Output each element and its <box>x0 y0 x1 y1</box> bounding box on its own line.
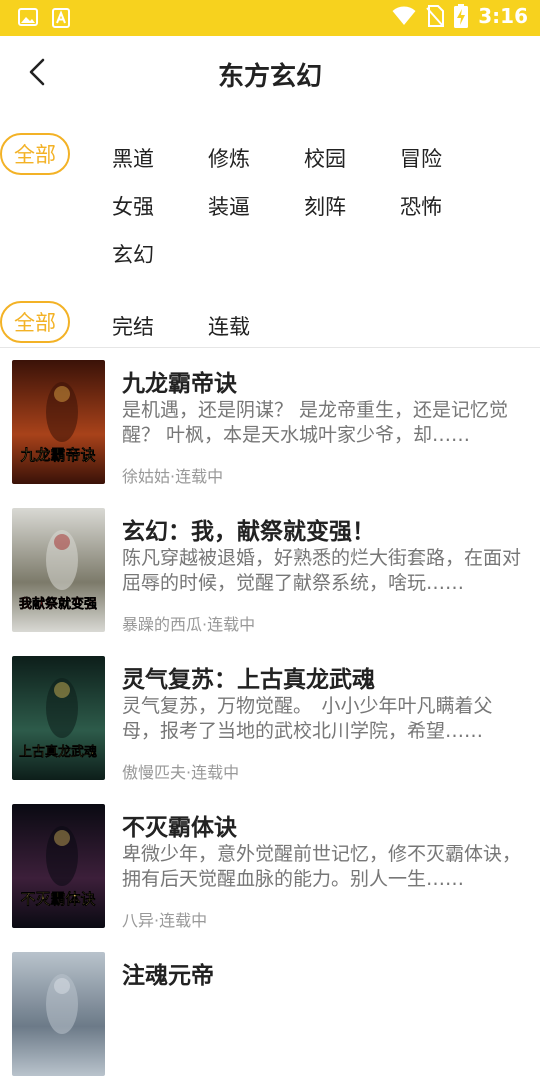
book-title: 不灭霸体诀 <box>122 815 237 841</box>
book-title: 灵气复苏：上古真龙武魂 <box>122 667 375 693</box>
category-tag[interactable]: 刻阵 <box>304 191 346 221</box>
book-description: 灵气复苏，万物觉醒。 小小少年叶凡瞒着父母，报考了当地的武校北川学院，希望…… <box>122 695 493 742</box>
status-option[interactable]: 连载 <box>208 311 250 341</box>
wifi-icon <box>392 6 416 25</box>
book-item[interactable]: 九龙霸帝诀 九龙霸帝诀 是机遇，还是阴谋？ 是龙帝重生，还是记忆觉醒？ 叶枫，本… <box>0 360 540 486</box>
book-description: 卑微少年，意外觉醒前世记忆，修不灭霸体诀，拥有后天觉醒血脉的能力。别人一生…… <box>122 843 522 890</box>
gallery-icon <box>18 8 38 26</box>
no-sim-icon <box>426 5 445 27</box>
book-item[interactable]: 不灭霸体诀 不灭霸体诀 卑微少年，意外觉醒前世记忆，修不灭霸体诀，拥有后天觉醒血… <box>0 804 540 930</box>
cover-title-text: 我献祭就变强 <box>19 596 97 612</box>
category-tag[interactable]: 黑道 <box>112 143 154 173</box>
book-meta: 徐姑姑·连载中 <box>122 467 224 486</box>
status-time: 3:16 <box>478 4 528 28</box>
book-item[interactable]: 我献祭就变强 玄幻：我，献祭就变强！ 陈凡穿越被退婚，好熟悉的烂大街套路，在面对… <box>0 508 540 634</box>
cover-art <box>12 952 105 1076</box>
category-tag[interactable]: 女强 <box>112 191 154 221</box>
notification-a-icon <box>52 8 70 28</box>
book-title: 注魂元帝 <box>122 963 214 989</box>
category-tag[interactable]: 冒险 <box>400 143 442 173</box>
status-all-button[interactable]: 全部 <box>0 301 70 343</box>
category-tag[interactable]: 装逼 <box>208 191 250 221</box>
book-meta: 八异·连载中 <box>122 911 208 930</box>
book-meta: 暴躁的西瓜·连载中 <box>122 615 256 634</box>
cover-art: 九龙霸帝诀 <box>12 360 105 484</box>
cover-title-text: 九龙霸帝诀 <box>19 446 96 464</box>
book-item[interactable]: 注魂元帝 <box>0 952 540 1078</box>
cover-title-text: 不灭霸体诀 <box>20 890 96 908</box>
header: 东方玄幻 <box>0 36 540 108</box>
book-cover: 不灭霸体诀 <box>12 804 105 928</box>
category-tag[interactable]: 校园 <box>304 143 346 173</box>
book-cover <box>12 952 105 1076</box>
page-title: 东方玄幻 <box>217 62 322 92</box>
category-tag[interactable]: 修炼 <box>208 143 250 173</box>
book-cover: 上古真龙武魂 <box>12 656 105 780</box>
cover-art: 不灭霸体诀 <box>12 804 105 928</box>
book-description: 陈凡穿越被退婚，好熟悉的烂大街套路，在面对屈辱的时候，觉醒了献祭系统，啥玩…… <box>122 547 522 594</box>
book-title: 玄幻：我，献祭就变强！ <box>122 519 375 545</box>
status-bar: 3:16 <box>0 0 540 36</box>
cover-art: 上古真龙武魂 <box>12 656 105 780</box>
cover-art: 我献祭就变强 <box>12 508 105 632</box>
category-all-button[interactable]: 全部 <box>0 133 70 175</box>
book-meta: 傲慢匹夫·连载中 <box>122 763 240 782</box>
book-description <box>122 990 522 1040</box>
book-title: 九龙霸帝诀 <box>122 371 237 397</box>
status-option[interactable]: 完结 <box>112 311 154 341</box>
divider <box>0 347 540 348</box>
book-item[interactable]: 上古真龙武魂 灵气复苏：上古真龙武魂 灵气复苏，万物觉醒。 小小少年叶凡瞒着父母… <box>0 656 540 782</box>
book-description: 是机遇，还是阴谋？ 是龙帝重生，还是记忆觉醒？ 叶枫，本是天水城叶家少爷，却…… <box>122 399 509 446</box>
category-tag[interactable]: 玄幻 <box>112 239 154 269</box>
battery-charging-icon <box>454 4 469 28</box>
cover-title-text: 上古真龙武魂 <box>19 744 97 760</box>
book-cover: 九龙霸帝诀 <box>12 360 105 484</box>
book-cover: 我献祭就变强 <box>12 508 105 632</box>
category-tag[interactable]: 恐怖 <box>400 191 442 221</box>
